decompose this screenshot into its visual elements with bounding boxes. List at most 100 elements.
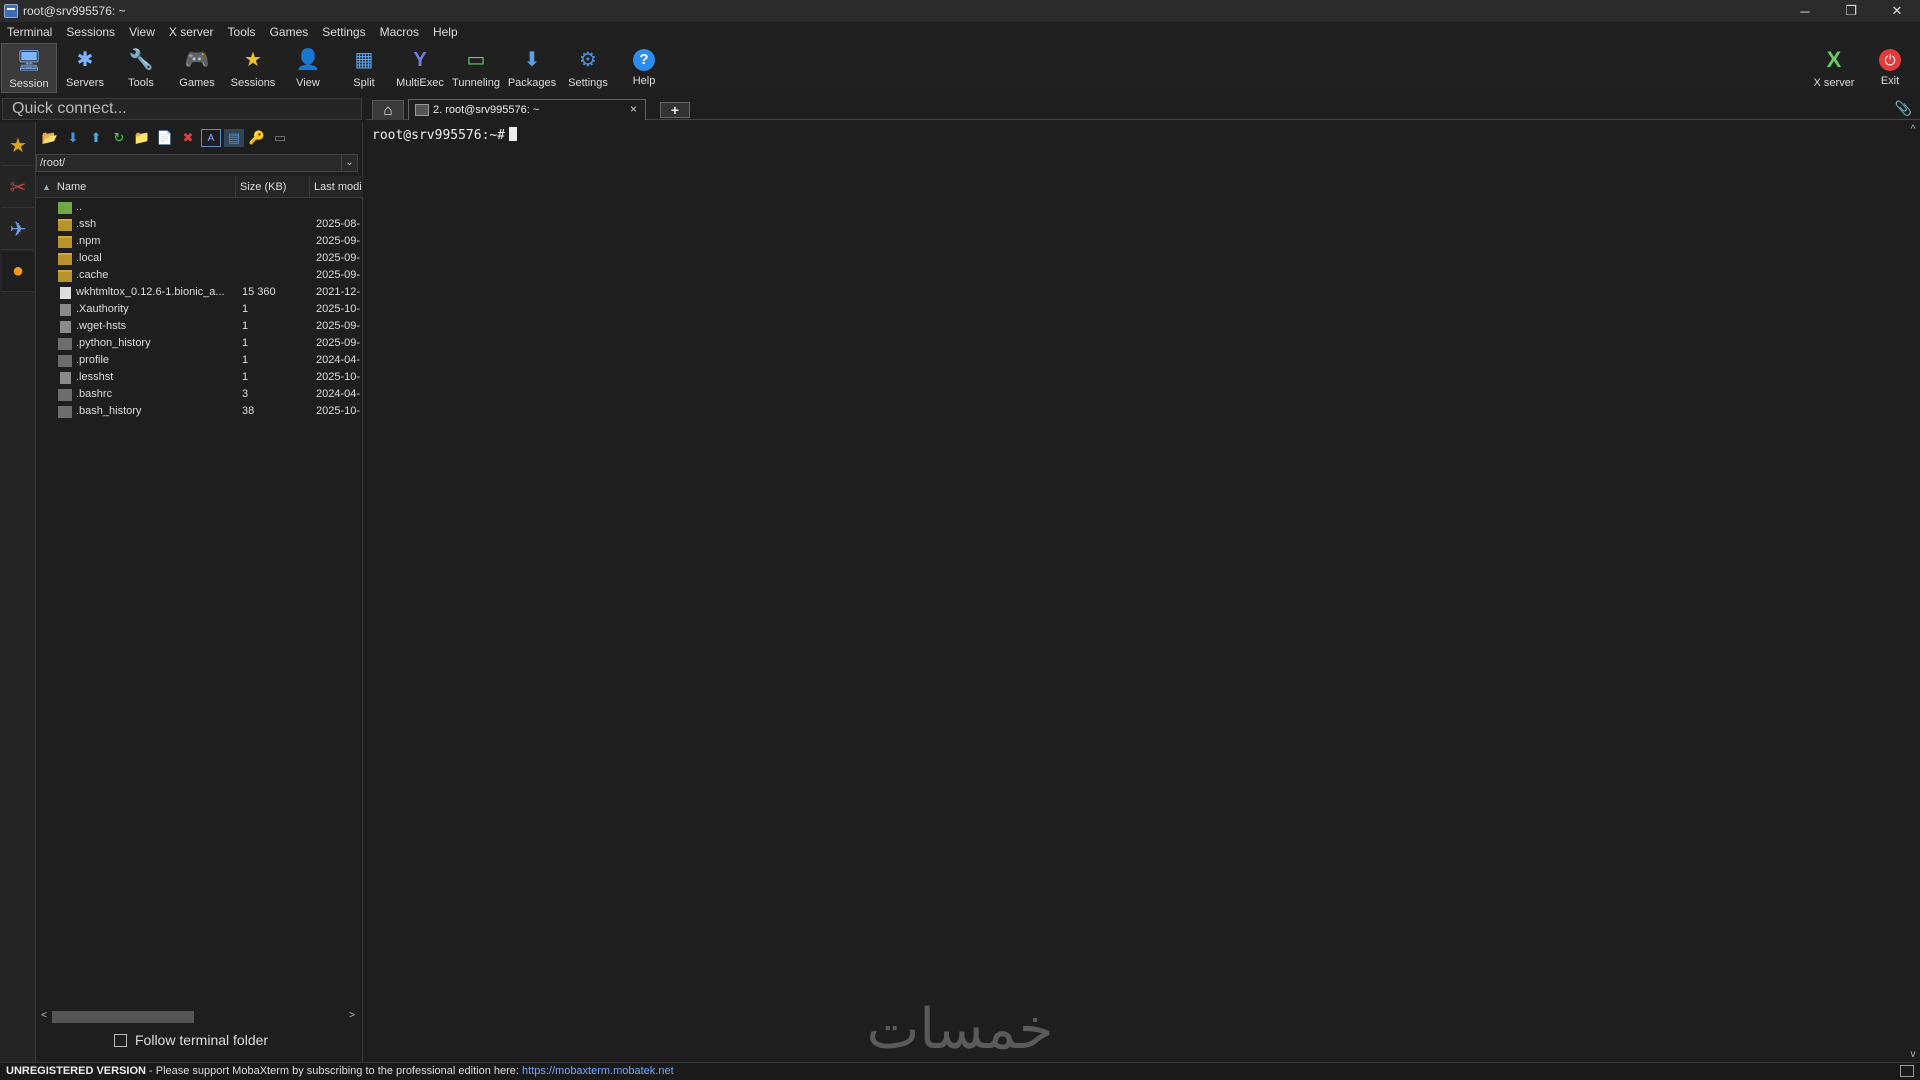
tunneling-button[interactable]: ▭ Tunneling (448, 43, 504, 93)
power-icon: ⏻ (1879, 49, 1901, 71)
rename-icon[interactable]: A (201, 129, 221, 147)
file-row[interactable]: .bashrc 3 2024-04- (36, 387, 363, 404)
minimize-button[interactable]: ─ (1782, 0, 1828, 22)
servers-button[interactable]: ✱ Servers (57, 43, 113, 93)
permissions-icon[interactable]: 🔑 (247, 129, 267, 147)
terminal-cursor (509, 127, 518, 141)
horizontal-scrollbar[interactable]: < > (36, 1008, 358, 1024)
restore-button[interactable]: ❐ (1828, 0, 1874, 22)
delete-icon[interactable]: ✖ (178, 129, 198, 147)
upload-icon[interactable]: ⬆ (86, 129, 106, 147)
menu-view[interactable]: View (122, 22, 162, 42)
scroll-up-icon[interactable]: ^ (1906, 124, 1920, 135)
help-button[interactable]: ? Help (616, 43, 672, 93)
file-row[interactable]: .wget-hsts 1 2025-09- (36, 319, 363, 336)
tab-session-2[interactable]: 2. root@srv995576: ~ × (408, 99, 646, 120)
help-icon: ? (633, 49, 655, 71)
tab-label: 2. root@srv995576: ~ (433, 104, 540, 116)
follow-terminal-folder[interactable]: Follow terminal folder (114, 1032, 268, 1048)
split-icon: ▦ (354, 49, 374, 71)
main-toolbar: 🖥 Session ✱ Servers 🔧 Tools 🎮 Games ★ Se… (0, 42, 1920, 94)
file-row[interactable]: .npm 2025-09- (36, 234, 363, 251)
menu-sessions[interactable]: Sessions (59, 22, 122, 42)
column-name-header[interactable]: ▲ Name (36, 176, 236, 198)
tunneling-icon: ▭ (466, 49, 486, 71)
tools-icon: ✂ (9, 177, 27, 199)
xserver-button[interactable]: X X server (1806, 43, 1862, 93)
scroll-thumb[interactable] (52, 1011, 194, 1023)
menu-settings[interactable]: Settings (315, 22, 372, 42)
menu-help[interactable]: Help (426, 22, 465, 42)
packages-button[interactable]: ⬇ Packages (504, 43, 560, 93)
session-tab-bar: ⌂ 2. root@srv995576: ~ × + 📎 (366, 98, 1920, 120)
scroll-right-icon[interactable]: > (346, 1008, 358, 1024)
follow-terminal-checkbox[interactable] (114, 1033, 127, 1047)
settings-button[interactable]: ⚙ Settings (560, 43, 616, 93)
menu-games[interactable]: Games (263, 22, 316, 42)
file-row[interactable]: .local 2025-09- (36, 251, 363, 268)
file-row[interactable]: wkhtmltox_0.12.6-1.bionic_a... 15 360 20… (36, 285, 363, 302)
column-size-header[interactable]: Size (KB) (236, 176, 310, 198)
file-row[interactable]: .python_history 1 2025-09- (36, 336, 363, 353)
multiexec-button[interactable]: Y MultiExec (392, 43, 448, 93)
document-icon (60, 287, 71, 299)
mobatek-link[interactable]: https://mobaxterm.mobatek.net (522, 1065, 674, 1077)
home-tab[interactable]: ⌂ (372, 100, 404, 120)
quick-connect-input[interactable]: Quick connect... (2, 98, 362, 120)
terminal-folder-icon[interactable]: ▭ (270, 129, 290, 147)
attach-icon[interactable]: 📎 (1895, 100, 1912, 117)
close-tab-icon[interactable]: × (630, 102, 637, 116)
session-icon: 🖥 (16, 50, 42, 72)
file-row[interactable]: .cache 2025-09- (36, 268, 363, 285)
terminal-prompt: root@srv995576:~# (372, 128, 506, 143)
split-button[interactable]: ▦ Split (336, 43, 392, 93)
scroll-left-icon[interactable]: < (38, 1008, 50, 1024)
refresh-icon[interactable]: ↻ (109, 129, 129, 147)
file-row[interactable]: .bash_history 38 2025-10- (36, 404, 363, 421)
file-row-parent[interactable]: .. (36, 200, 363, 217)
multiexec-icon: Y (413, 49, 427, 71)
sidebar-tools[interactable]: ✂ (2, 168, 34, 208)
sidebar-sftp[interactable]: ● (2, 252, 34, 292)
monitor-icon (1900, 1065, 1914, 1077)
file-row[interactable]: .Xauthority 1 2025-10- (36, 302, 363, 319)
download-icon[interactable]: ⬇ (63, 129, 83, 147)
toggle-view-icon[interactable]: ▤ (224, 129, 244, 147)
new-file-icon[interactable]: 📄 (155, 129, 175, 147)
parent-folder-icon[interactable]: 📂 (40, 129, 60, 147)
path-input[interactable]: /root/ ⌄ (36, 154, 358, 172)
menu-tools[interactable]: Tools (221, 22, 263, 42)
menu-terminal[interactable]: Terminal (0, 22, 59, 42)
tools-button[interactable]: 🔧 Tools (113, 43, 169, 93)
xserver-icon: X (1826, 47, 1842, 72)
side-strip: ★ ✂ ✈ ● (0, 122, 36, 1062)
file-row[interactable]: .profile 1 2024-04- (36, 353, 363, 370)
close-window-button[interactable]: ✕ (1874, 0, 1920, 22)
menu-macros[interactable]: Macros (373, 22, 426, 42)
file-list-header: ▲ Name Size (KB) Last modi (36, 176, 363, 198)
menu-xserver[interactable]: X server (162, 22, 221, 42)
new-folder-icon[interactable]: 📁 (132, 129, 152, 147)
follow-terminal-label: Follow terminal folder (135, 1032, 269, 1048)
sidebar-sessions-star[interactable]: ★ (2, 126, 34, 166)
terminal-scrollbar[interactable]: ^ v (1906, 122, 1920, 1062)
folder-icon (58, 219, 72, 231)
file-list: .. .ssh 2025-08- .npm 2025-09- .local 20… (36, 200, 363, 421)
sidebar-macros[interactable]: ✈ (2, 210, 34, 250)
view-button[interactable]: 👤 View (280, 43, 336, 93)
session-button[interactable]: 🖥 Session (1, 43, 57, 93)
scroll-down-icon[interactable]: v (1906, 1049, 1920, 1060)
status-bar: UNREGISTERED VERSION - Please support Mo… (0, 1062, 1920, 1080)
new-tab-button[interactable]: + (660, 102, 690, 118)
star-icon: ★ (9, 135, 27, 157)
chevron-down-icon[interactable]: ⌄ (341, 155, 357, 171)
terminal-area[interactable]: root@srv995576:~# (366, 122, 1906, 1062)
games-button[interactable]: 🎮 Games (169, 43, 225, 93)
column-modified-header[interactable]: Last modi (310, 176, 363, 198)
sessions-button[interactable]: ★ Sessions (225, 43, 281, 93)
file-icon (60, 304, 71, 316)
exit-button[interactable]: ⏻ Exit (1862, 43, 1918, 93)
file-row[interactable]: .ssh 2025-08- (36, 217, 363, 234)
file-row[interactable]: .lesshst 1 2025-10- (36, 370, 363, 387)
file-icon (60, 372, 71, 384)
